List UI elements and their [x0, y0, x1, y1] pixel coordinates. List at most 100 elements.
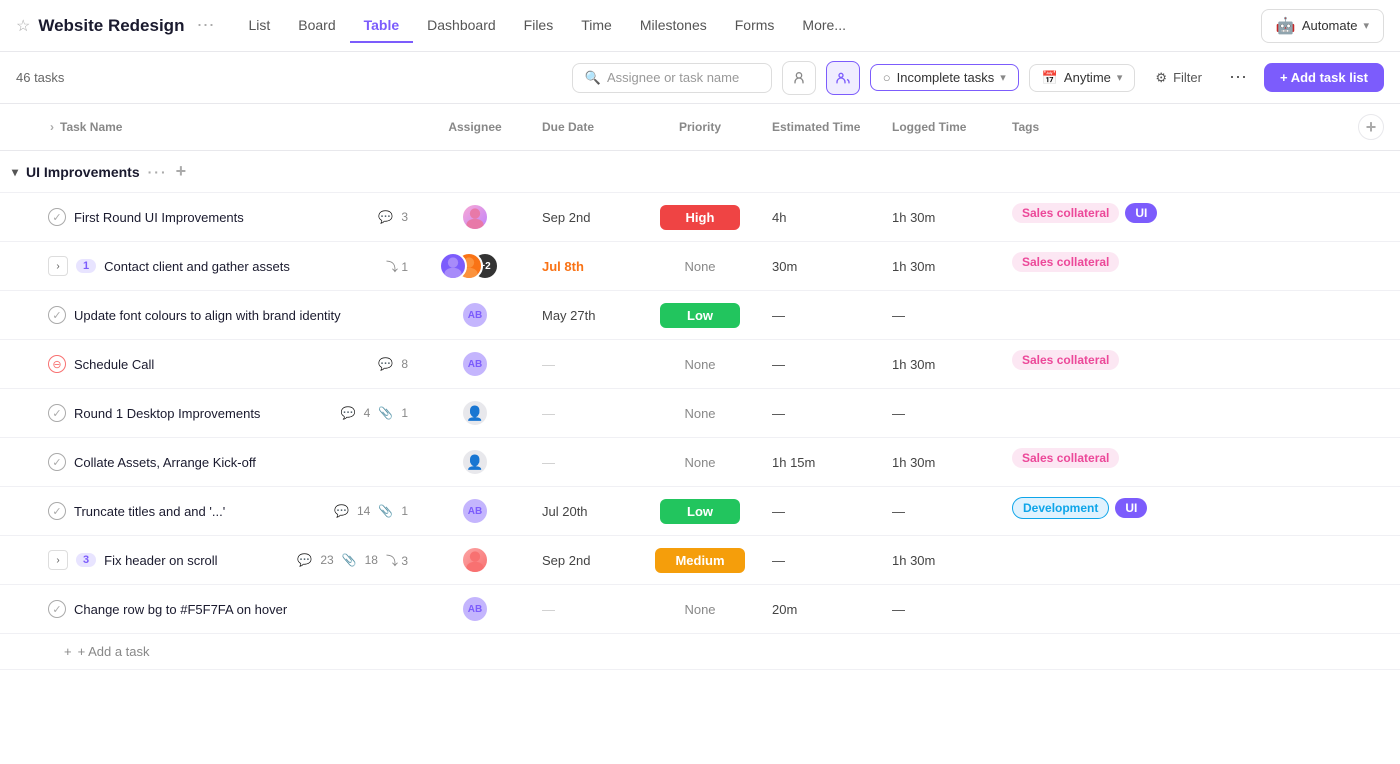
- group-add-icon[interactable]: +: [176, 161, 187, 182]
- priority-cell: None: [640, 438, 760, 487]
- est-time-cell: 1h 15m: [760, 438, 880, 487]
- nav-tabs: List Board Table Dashboard Files Time Mi…: [234, 9, 1252, 43]
- nav-more-menu-icon[interactable]: ⋯: [196, 15, 214, 36]
- tag: UI: [1115, 498, 1147, 518]
- task-status-check[interactable]: ✓: [48, 306, 66, 324]
- est-time-cell: —: [760, 536, 880, 585]
- group-name: UI Improvements: [26, 164, 140, 180]
- tab-list[interactable]: List: [234, 9, 284, 43]
- filter-button[interactable]: ⚙ Filter: [1145, 65, 1212, 91]
- task-status-check[interactable]: ✓: [48, 502, 66, 520]
- group-chevron-icon[interactable]: ▾: [12, 165, 18, 179]
- assignee-cell: AB: [420, 340, 530, 389]
- tag: Sales collateral: [1012, 350, 1119, 370]
- expand-button[interactable]: ›: [48, 256, 68, 276]
- logged-time-cell: 1h 30m: [880, 242, 1000, 291]
- expand-button[interactable]: ›: [48, 550, 68, 570]
- task-name-cell: › 1 Contact client and gather assets ⤵ 1: [0, 242, 420, 291]
- logged-time-cell: 1h 30m: [880, 536, 1000, 585]
- tab-time[interactable]: Time: [567, 9, 626, 43]
- comment-count: 8: [401, 357, 408, 371]
- task-title: First Round UI Improvements: [74, 210, 370, 225]
- tab-dashboard[interactable]: Dashboard: [413, 9, 510, 43]
- task-status-check[interactable]: ✓: [48, 404, 66, 422]
- comment-count: 4: [364, 406, 371, 420]
- assignee-filter-single-icon[interactable]: [782, 61, 816, 95]
- logged-time-cell: —: [880, 389, 1000, 438]
- task-title: Collate Assets, Arrange Kick-off: [74, 455, 408, 470]
- avatar: AB: [461, 595, 489, 623]
- table-row: ✓ Collate Assets, Arrange Kick-off 👤 — N…: [0, 438, 1400, 487]
- priority-none: None: [684, 602, 715, 617]
- tab-files[interactable]: Files: [510, 9, 568, 43]
- task-status-check[interactable]: ✓: [48, 208, 66, 226]
- automate-icon: 🤖: [1276, 16, 1296, 36]
- attachment-icon: 📎: [378, 504, 393, 518]
- col-add: +: [1180, 104, 1400, 151]
- add-column-button[interactable]: +: [1358, 114, 1384, 140]
- col-estimated-time: Estimated Time: [760, 104, 880, 151]
- incomplete-tasks-filter[interactable]: ○ Incomplete tasks ▾: [870, 64, 1019, 91]
- due-date-cell: —: [530, 585, 640, 634]
- add-task-list-label: + Add task list: [1280, 70, 1368, 85]
- calendar-icon: 📅: [1042, 70, 1058, 86]
- priority-badge: Low: [660, 499, 740, 524]
- due-date-cell: Jul 20th: [530, 487, 640, 536]
- due-date-cell: —: [530, 389, 640, 438]
- tags-cell: Sales collateral: [1000, 242, 1180, 282]
- filter-label: Filter: [1173, 70, 1202, 85]
- top-nav: ☆ Website Redesign ⋯ List Board Table Da…: [0, 0, 1400, 52]
- avatar: AB: [461, 497, 489, 525]
- priority-none: None: [684, 455, 715, 470]
- tags-cell: Sales collateral: [1000, 438, 1180, 478]
- task-name-cell: ✓ First Round UI Improvements 💬 3: [0, 193, 420, 242]
- assignee-cell: 👤: [420, 438, 530, 487]
- attachment-icon: 📎: [378, 406, 393, 420]
- star-icon[interactable]: ☆: [16, 16, 30, 36]
- tags-cell: [1000, 291, 1180, 311]
- tab-forms[interactable]: Forms: [721, 9, 789, 43]
- logged-time-cell: —: [880, 487, 1000, 536]
- subtask-meta: ⤵ 1: [386, 258, 408, 275]
- table-row: ✓ Truncate titles and and '...' 💬 14 📎 1…: [0, 487, 1400, 536]
- due-date-cell: Sep 2nd: [530, 536, 640, 585]
- task-status-check[interactable]: ✓: [48, 453, 66, 471]
- task-status-check[interactable]: ✓: [48, 600, 66, 618]
- table-row: › 1 Contact client and gather assets ⤵ 1: [0, 242, 1400, 291]
- tab-milestones[interactable]: Milestones: [626, 9, 721, 43]
- table-row: ✓ Round 1 Desktop Improvements 💬 4 📎 1 👤…: [0, 389, 1400, 438]
- avatar: [461, 203, 489, 231]
- add-task-list-button[interactable]: + Add task list: [1264, 63, 1384, 92]
- more-options-button[interactable]: ⋯: [1222, 62, 1254, 94]
- search-box[interactable]: 🔍 Assignee or task name: [572, 63, 772, 93]
- assignee-cell: +2: [420, 242, 530, 291]
- project-title: Website Redesign: [38, 16, 184, 36]
- priority-cell: Medium: [640, 536, 760, 585]
- group-header: ▾ UI Improvements ··· +: [12, 161, 1388, 182]
- priority-none: None: [684, 357, 715, 372]
- sub-count-badge: 3: [76, 553, 96, 567]
- attachment-count: 18: [365, 553, 378, 567]
- table-row: ⊖ Schedule Call 💬 8 AB — None — 1h 30m S…: [0, 340, 1400, 389]
- tag: Sales collateral: [1012, 252, 1119, 272]
- task-status-check[interactable]: ⊖: [48, 355, 66, 373]
- logged-time-cell: 1h 30m: [880, 340, 1000, 389]
- add-task-button[interactable]: + + Add a task: [12, 644, 150, 659]
- filter-icon: ⚙: [1155, 70, 1167, 86]
- group-options-icon[interactable]: ···: [148, 164, 168, 180]
- anytime-filter[interactable]: 📅 Anytime ▾: [1029, 64, 1136, 92]
- est-time-cell: 20m: [760, 585, 880, 634]
- tab-table[interactable]: Table: [350, 9, 414, 43]
- comment-count: 14: [357, 504, 370, 518]
- priority-cell: None: [640, 242, 760, 291]
- assignee-filter-group-icon[interactable]: [826, 61, 860, 95]
- automate-label: Automate: [1302, 18, 1358, 33]
- table-container: › Task Name Assignee Due Date Priority E…: [0, 104, 1400, 670]
- table-row: ✓ First Round UI Improvements 💬 3 Sep 2n…: [0, 193, 1400, 242]
- collapse-all-icon[interactable]: ›: [50, 120, 54, 134]
- tab-more[interactable]: More...: [788, 9, 860, 43]
- table-header: › Task Name Assignee Due Date Priority E…: [0, 104, 1400, 151]
- tab-board[interactable]: Board: [284, 9, 349, 43]
- automate-button[interactable]: 🤖 Automate ▾: [1261, 9, 1384, 43]
- table-row: ✓ Update font colours to align with bran…: [0, 291, 1400, 340]
